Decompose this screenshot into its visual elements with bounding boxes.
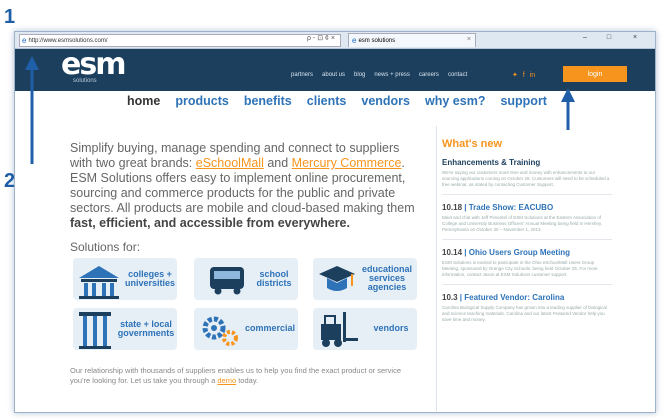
nav-contact[interactable]: contact xyxy=(448,72,467,78)
menu-products[interactable]: products xyxy=(175,94,228,108)
intro-paragraph: Simplify buying, manage spending and con… xyxy=(70,141,420,231)
callout-3-arrow xyxy=(561,88,575,130)
tab-favicon-icon: e xyxy=(352,36,357,45)
news-body: Meet and chat with Jeff Pimentel of ESM … xyxy=(442,215,603,232)
logo-subtitle: solutions xyxy=(73,78,97,84)
top-nav: partners about us blog news + press care… xyxy=(291,72,467,78)
demo-link[interactable]: demo xyxy=(217,376,236,385)
news-title: Enhancements & Training xyxy=(442,158,612,167)
address-text: http://www.esmsolutions.com/ xyxy=(28,37,108,44)
menu-why-esm[interactable]: why esm? xyxy=(425,94,485,108)
esm-logo[interactable]: esm xyxy=(61,50,126,80)
main-menu: home products benefits clients vendors w… xyxy=(127,94,547,108)
menu-clients[interactable]: clients xyxy=(307,94,347,108)
mercury-commerce-link[interactable]: Mercury Commerce xyxy=(292,156,402,170)
tab-close-icon[interactable]: × xyxy=(467,36,471,43)
tile-educational-services[interactable]: educational services agencies xyxy=(313,258,417,300)
callout-2-arrow xyxy=(25,56,39,164)
address-bar[interactable]: e http://www.esmsolutions.com/ xyxy=(19,34,341,47)
news-title: 10.14 | Ohio Users Group Meeting xyxy=(442,248,571,257)
menu-support[interactable]: support xyxy=(500,94,547,108)
news-separator xyxy=(442,239,612,240)
intro-and: and xyxy=(263,156,292,170)
tile-state-line2: governments xyxy=(117,328,175,338)
menu-home[interactable]: home xyxy=(127,94,160,108)
tile-educational-label: educational services agencies xyxy=(357,265,417,292)
site-header: esm solutions partners about us blog new… xyxy=(15,49,655,91)
forklift-icon xyxy=(321,312,358,347)
tile-colleges[interactable]: colleges + universities xyxy=(73,258,177,300)
government-building-icon xyxy=(79,312,111,349)
news-body: ESM Solutions is excited to participate … xyxy=(442,260,598,277)
news-title: 10.3 | Featured Vendor: Carolina xyxy=(442,293,565,302)
intro-emphasis: fast, efficient, and accessible from eve… xyxy=(70,216,350,230)
login-button[interactable]: login xyxy=(563,66,627,82)
tile-colleges-line2: universities xyxy=(125,278,176,288)
eschoolmall-link[interactable]: eSchoolMall xyxy=(196,156,264,170)
twitter-icon[interactable]: ✦ xyxy=(512,72,518,79)
column-divider xyxy=(436,126,437,411)
nav-blog[interactable]: blog xyxy=(354,72,365,78)
relationship-paragraph: Our relationship with thousands of suppl… xyxy=(70,366,410,385)
news-title: 10.18 | Trade Show: EACUBO xyxy=(442,203,554,212)
nav-partners[interactable]: partners xyxy=(291,72,313,78)
news-item[interactable]: Enhancements & Training We're saying our… xyxy=(442,158,612,195)
news-body: We're saying our customers more time and… xyxy=(442,170,610,187)
news-title-text: Ohio Users Group Meeting xyxy=(468,248,571,257)
news-title-text: Featured Vendor: Carolina xyxy=(464,293,565,302)
tile-commercial-label: commercial xyxy=(244,323,296,333)
tab-title: esm solutions xyxy=(358,37,396,44)
tile-vendors[interactable]: vendors xyxy=(313,308,417,350)
address-controls[interactable]: ρ - ⊡ ¢ × xyxy=(307,34,335,42)
callout-1: 1 xyxy=(4,6,16,28)
tile-school-districts[interactable]: school districts xyxy=(194,258,298,300)
linkedin-icon[interactable]: in xyxy=(530,72,535,79)
tile-school-label: school districts xyxy=(254,270,294,288)
news-title-text: Trade Show: EACUBO xyxy=(468,203,554,212)
news-date: 10.18 xyxy=(442,203,463,212)
news-item[interactable]: 10.14 | Ohio Users Group Meeting ESM Sol… xyxy=(442,248,612,285)
tile-state-local[interactable]: state + local governments xyxy=(73,308,177,350)
news-body: Carolina Biological Supply Company has g… xyxy=(442,305,607,322)
news-separator xyxy=(442,284,612,285)
news-title-text: Enhancements & Training xyxy=(442,158,541,167)
university-icon xyxy=(79,266,119,299)
news-date: 10.14 xyxy=(442,248,463,257)
ie-icon: e xyxy=(22,36,27,45)
minimize-button[interactable]: – xyxy=(575,34,595,44)
news-item[interactable]: 10.18 | Trade Show: EACUBO Meet and chat… xyxy=(442,203,612,240)
tile-school-line2: districts xyxy=(256,278,292,288)
school-bus-icon xyxy=(210,267,244,295)
nav-careers[interactable]: careers xyxy=(419,72,439,78)
browser-tab[interactable]: e esm solutions × xyxy=(348,33,476,47)
news-date: 10.3 xyxy=(442,293,458,302)
menu-benefits[interactable]: benefits xyxy=(244,94,292,108)
facebook-icon[interactable]: f xyxy=(523,72,525,79)
graduation-cap-icon xyxy=(319,266,355,291)
news-item[interactable]: 10.3 | Featured Vendor: Carolina Carolin… xyxy=(442,293,612,323)
close-window-button[interactable]: × xyxy=(625,34,645,44)
whats-new-sidebar: What's new Enhancements & Training We're… xyxy=(442,138,612,323)
whats-new-header: What's new xyxy=(442,138,503,150)
menu-vendors[interactable]: vendors xyxy=(361,94,410,108)
solutions-label: Solutions for: xyxy=(70,240,141,254)
relationship-tail: today. xyxy=(236,375,259,385)
social-links: ✦ f in xyxy=(512,71,535,79)
gears-icon xyxy=(202,316,238,346)
tile-educational-line2: services agencies xyxy=(367,273,407,292)
tile-commercial[interactable]: commercial xyxy=(194,308,298,350)
tile-vendors-label: vendors xyxy=(373,323,409,333)
tile-state-label: state + local governments xyxy=(115,320,177,338)
nav-about-us[interactable]: about us xyxy=(322,72,345,78)
maximize-button[interactable]: □ xyxy=(599,34,619,44)
news-separator xyxy=(442,194,612,195)
nav-news-press[interactable]: news + press xyxy=(374,72,410,78)
tile-colleges-label: colleges + universities xyxy=(125,270,175,288)
